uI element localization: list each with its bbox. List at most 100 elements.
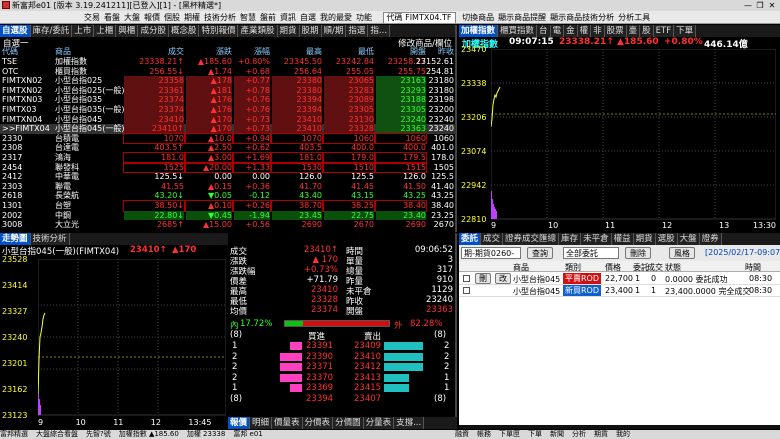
column-header[interactable]: 昨收 (404, 47, 454, 57)
orders-column-header[interactable]: 商品 (513, 262, 529, 273)
menu-item[interactable]: 技術分析 (204, 13, 236, 22)
ask-price[interactable]: 23412 (354, 362, 381, 372)
bid-price[interactable]: 23391 (306, 341, 333, 351)
menu-item[interactable]: 交易 (84, 13, 100, 22)
tab[interactable]: 期貨 (633, 233, 656, 245)
tab[interactable]: 順/期 (321, 25, 347, 37)
quote-row[interactable]: 2618 長榮航 43.20↓ ▼0.05 -0.12 43.40 43.15 43.25 43… (0, 191, 456, 201)
quote-row[interactable]: 2454 聯發科 1525 ▲20.00 +1.33 1530 1510 1515 1505 (0, 161, 456, 174)
order-row[interactable]: 小型台指045 新買ROD 23,400 1 1 23,400.0000 完全成交 08:3… (459, 285, 780, 297)
close-button[interactable]: ✕ (766, 0, 778, 11)
menu-item[interactable]: 智慧 (240, 13, 256, 22)
tab[interactable]: 權益 (611, 233, 634, 245)
tab[interactable]: 未平倉 (581, 233, 612, 245)
column-header[interactable]: 漲跌 (186, 47, 232, 57)
tab[interactable]: 分量表 (363, 417, 395, 429)
bid-price[interactable]: 23370 (306, 373, 333, 383)
quote-row[interactable]: FIMTX03 小型台指035(一般) 23374 ▲176 +0.76 23394 233… (0, 105, 456, 115)
tab[interactable]: 特別報價 (199, 25, 239, 37)
order-row[interactable]: 刪改小型台指045 平賣ROD 22,700 1 0 0.0000 委託成功 08:30 (459, 273, 780, 285)
quote-row[interactable]: 2330 台積電 1070 ▲10.0 +0.94 1070 1060 1060 1060 (0, 132, 456, 145)
order-checkbox[interactable] (463, 287, 470, 294)
ask-price[interactable]: 23413 (354, 373, 381, 383)
status-item[interactable]: 加權指數 ▲185.60 (119, 430, 179, 438)
quote-row[interactable]: 2317 鴻海 181.0 ▲3.00 +1.69 181.0 179.0 179.5 178.… (0, 152, 456, 164)
menu-item[interactable]: 自選 (300, 13, 316, 22)
orders-column-header[interactable]: 狀態 (665, 262, 681, 273)
tab[interactable]: 選股 (655, 233, 678, 245)
tab[interactable]: 報價 (228, 417, 251, 429)
quote-row[interactable]: FIMTXN02 小型台指025(一般) 23361 ▲181 +0.78 23380 23… (0, 85, 456, 96)
tab[interactable]: 庫存/委託 (30, 25, 73, 37)
quote-row[interactable]: FIMTXN04 小型台指045 23410 ▲170 +0.73 23410 23130 2… (0, 114, 456, 125)
menu-item[interactable]: 期權 (184, 13, 200, 22)
menu-item[interactable]: 資訊 (280, 13, 296, 22)
tab[interactable]: 上市 (72, 25, 95, 37)
orders-column-header[interactable]: 類別 (565, 262, 581, 273)
tab[interactable]: 期貨 (277, 25, 300, 37)
modify-order-button[interactable]: 改 (495, 273, 511, 284)
cancel-order-button[interactable]: 刪 (475, 273, 491, 284)
maximize-button[interactable]: ❐ (754, 0, 766, 11)
quote-row[interactable]: FIMTXN02 小型台指025 23358 ▲178 +0.77 23380 23065 2… (0, 76, 456, 86)
menu-item[interactable]: 大盤 (124, 13, 140, 22)
quote-row[interactable]: TSE 加權指數 23338.21↑ ▲185.60 +0.80% 23345.50 232… (0, 57, 456, 67)
status-item[interactable]: 富邦 e01 (233, 430, 262, 438)
tab[interactable]: 下單 (674, 25, 697, 37)
status-right-item[interactable]: 期貨 (594, 430, 608, 438)
tab[interactable]: 分價圖 (333, 417, 364, 429)
quote-row[interactable]: 2303 聯電 41.55 ▲0.15 +0.36 41.70 41.45 41.50 41.4… (0, 182, 456, 192)
status-right-item[interactable]: 分析 (572, 430, 586, 438)
status-right-item[interactable]: 下單匣 (499, 430, 520, 438)
menu-item[interactable]: 盤前 (260, 13, 276, 22)
column-header[interactable]: 最高 (272, 47, 322, 57)
delete-button[interactable]: 刪除 (625, 247, 651, 259)
menu-right-item[interactable]: 顯示商品技術分析 (550, 13, 614, 22)
tab[interactable]: 指選 (346, 25, 369, 37)
tab[interactable]: 金 (564, 25, 578, 37)
query-button[interactable]: 查詢 (527, 247, 553, 259)
menu-right-item[interactable]: 分析工具 (618, 13, 650, 22)
tab[interactable]: 明細 (250, 417, 273, 429)
tab[interactable]: 支撐... (394, 417, 425, 429)
tab[interactable]: 臺 (626, 25, 641, 37)
order-filter-select[interactable]: 全部委託 (563, 247, 619, 259)
tab[interactable]: 非 (591, 25, 605, 37)
column-header[interactable]: 最低 (324, 47, 374, 57)
account-select[interactable]: 期-期貨0260- (461, 247, 521, 259)
orders-column-header[interactable]: 價格 (605, 262, 621, 273)
ask-price[interactable]: 23415 (354, 383, 381, 393)
status-right-item[interactable]: 新聞 (550, 430, 564, 438)
tab[interactable]: 股 (640, 25, 654, 37)
status-right-item[interactable]: 帳務 (477, 430, 491, 438)
tab[interactable]: 股票 (604, 25, 627, 37)
tab[interactable]: 委託 (459, 233, 482, 245)
tab[interactable]: 成分股 (138, 25, 169, 37)
status-right-item[interactable]: 融資 (455, 430, 469, 438)
column-header[interactable]: 商品 (55, 47, 125, 57)
menu-right-item[interactable]: 切換商品 (462, 13, 494, 22)
status-item[interactable]: 先智?號 (86, 430, 111, 438)
tab[interactable]: 權 (577, 25, 592, 37)
quote-row[interactable]: FIMTXN03 小型台指035 23374 ▲176 +0.76 23394 23089 2… (0, 95, 456, 105)
orders-column-header[interactable]: 成交 (647, 262, 663, 273)
tab[interactable]: 股期 (299, 25, 322, 37)
tab[interactable]: 成交 (481, 233, 504, 245)
status-right-item[interactable]: 我的 (616, 430, 630, 438)
symbol-input[interactable]: 代碼 FIMTX04.TF (382, 12, 456, 23)
tab[interactable]: 加權指數 (459, 25, 499, 37)
column-header[interactable]: 漲幅 (234, 47, 270, 57)
menu-item[interactable]: 我的最愛 (320, 13, 352, 22)
menu-item[interactable]: 報價 (144, 13, 160, 22)
tab[interactable]: 證券 (699, 233, 722, 245)
status-item[interactable]: 大盤綜合看盤 (36, 430, 78, 438)
tab[interactable]: 分價表 (302, 417, 334, 429)
menu-right-item[interactable]: 顯示商品提醒 (498, 13, 546, 22)
menu-item[interactable]: 個股 (164, 13, 180, 22)
quote-row[interactable]: 3008 大立光 2685↑ ▲15.00 +0.56 2690 2670 2690 2670 (0, 220, 456, 230)
status-item[interactable]: 富邦精選 (0, 430, 28, 438)
quote-row[interactable]: 2308 台達電 403.5↑ ▲2.50 +0.62 403.5 400.0 400.0 40… (0, 143, 456, 153)
quote-row[interactable]: >>FIMTX04 小型台指045(一般) 23410↑ ▲170 +0.73 23410… (0, 124, 456, 134)
tab[interactable]: 產業類股 (238, 25, 278, 37)
tab[interactable]: ETF (653, 25, 675, 37)
